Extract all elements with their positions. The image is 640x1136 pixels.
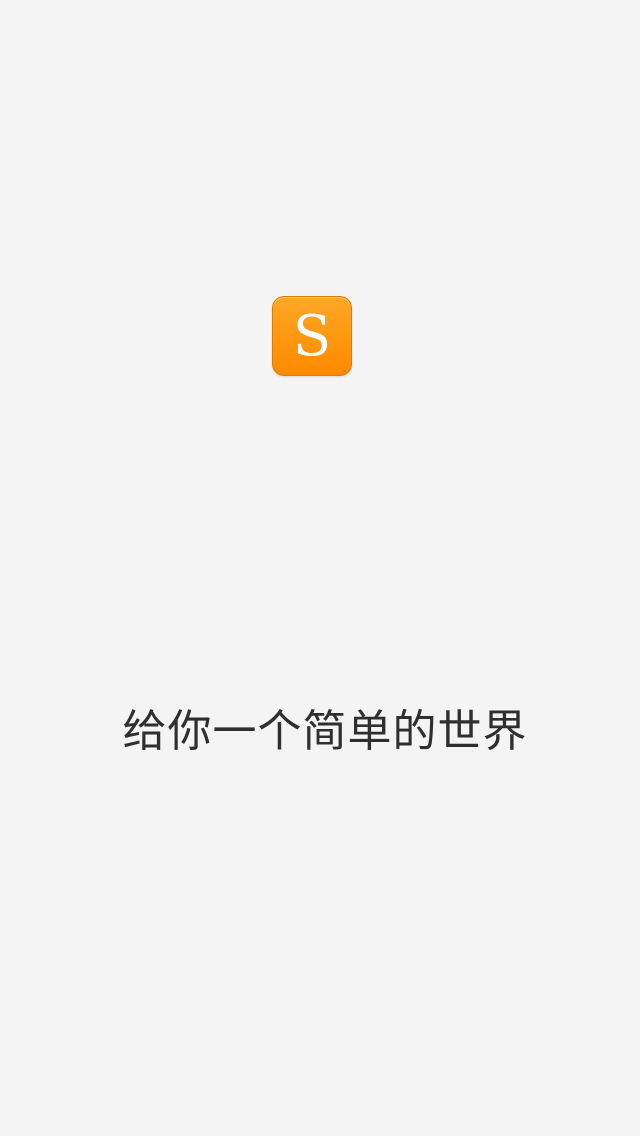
splash-screen: S 给你一个简单的世界	[0, 0, 640, 1136]
app-logo-letter: S	[292, 304, 332, 369]
app-logo-s-icon: S	[272, 296, 352, 376]
slogan-text: 给你一个简单的世界	[122, 706, 528, 757]
